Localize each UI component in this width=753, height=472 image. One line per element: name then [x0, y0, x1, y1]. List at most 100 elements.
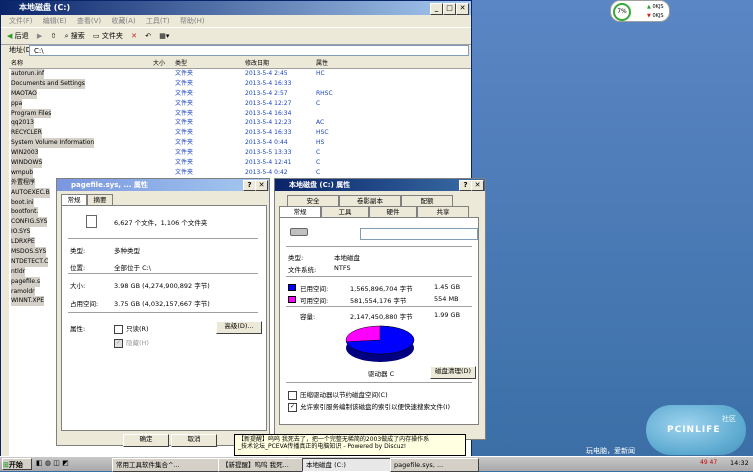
volume-label-input[interactable]	[360, 228, 478, 240]
size-label: 大小:	[70, 282, 86, 290]
col-attr[interactable]: 属性	[316, 59, 328, 68]
undo-icon[interactable]: ↶	[145, 28, 151, 44]
quicklaunch-icon[interactable]: ◫	[53, 459, 60, 467]
back-button[interactable]: ◀ 后退	[7, 28, 29, 44]
file-type: 文件夹	[175, 129, 194, 137]
menu-favorites[interactable]: 收藏(A)	[111, 17, 135, 25]
disk-properties-dialog: 本地磁盘 (C:) 属性 ? ✕ 安全 卷影副本 配额 常规 工具 硬件 共享 …	[274, 178, 486, 440]
task-tools-collection[interactable]: 常用工具软件集合^...	[112, 458, 221, 472]
disk-cleanup-button[interactable]: 磁盘清理(D)	[430, 366, 476, 379]
col-name[interactable]: 名称	[11, 59, 23, 68]
quicklaunch-icon[interactable]: ◍	[45, 459, 51, 467]
index-checkbox[interactable]: ✓ 允许索引服务编制该磁盘的索引以便快速搜索文件(I)	[288, 401, 450, 412]
menu-file[interactable]: 文件(F)	[9, 17, 33, 25]
menu-help[interactable]: 帮助(H)	[180, 17, 205, 25]
task-new-reminder[interactable]: 【新提醒】呜呜 我死...	[218, 458, 305, 472]
file-date: 2013-5-5 13:33	[245, 149, 292, 157]
tab-hardware[interactable]: 硬件	[369, 206, 417, 217]
file-attr: C	[316, 159, 321, 167]
hidden-checkbox[interactable]: ✓ 隐藏(H)	[114, 337, 149, 348]
file-type: 文件夹	[175, 168, 194, 176]
tab-summary[interactable]: 摘要	[87, 194, 113, 205]
disk-usage-label: 占用空间:	[70, 300, 99, 308]
file-row[interactable]: Program Files 文件夹 2013-5-4 16:34	[9, 108, 471, 119]
used-space-swatch	[288, 284, 296, 291]
used-space-size: 1.45 GB	[434, 283, 461, 291]
search-icon: ⌕	[64, 32, 69, 40]
notification-tooltip[interactable]: 【新提醒】呜呜 我死去了，把一个完整无稀简的2003做成了内存操作系 _技术论坛…	[234, 434, 466, 456]
location-label: 位置:	[70, 264, 86, 272]
tab-general[interactable]: 常规	[279, 206, 321, 217]
readonly-checkbox[interactable]: 只读(R)	[114, 323, 149, 334]
column-header: 名称 大小 类型 修改日期 属性	[9, 59, 471, 69]
search-button[interactable]: ⌕ 搜索	[65, 28, 85, 44]
explorer-titlebar[interactable]: 本地磁盘 (C:) _ □ ✕	[1, 1, 471, 15]
slogan-text: 玩电脑，爱新闻	[586, 447, 635, 455]
file-row[interactable]: autorun.inf 文件夹 2013-5-4 2:45 HC	[9, 69, 471, 79]
file-row[interactable]: ppa 文件夹 2013-5-4 12:27 C	[9, 98, 471, 109]
quicklaunch-icon[interactable]: ◧	[36, 459, 43, 467]
file-attr: HSC	[316, 129, 329, 137]
views-icon[interactable]: ▦▾	[159, 28, 169, 44]
address-input[interactable]: C:\	[29, 45, 469, 56]
size-value: 3.98 GB (4,274,900,892 字节)	[114, 282, 210, 290]
start-button[interactable]: ⊞开始	[2, 458, 32, 470]
folders-button[interactable]: ▭ 文件夹	[93, 28, 123, 44]
tab-tools[interactable]: 工具	[321, 206, 369, 217]
col-type[interactable]: 类型	[175, 59, 187, 68]
ok-button[interactable]: 确定	[123, 434, 169, 447]
file-attr: C	[316, 99, 321, 107]
tab-quota[interactable]: 配额	[401, 195, 453, 206]
separator	[68, 312, 258, 314]
menu-view[interactable]: 查看(V)	[77, 17, 101, 25]
menu-edit[interactable]: 编辑(E)	[43, 17, 67, 25]
up-folder-button[interactable]: ⇧	[50, 28, 56, 44]
dialog-title: 本地磁盘 (C:) 属性	[289, 181, 351, 189]
close-button[interactable]: ✕	[255, 180, 268, 191]
tab-general[interactable]: 常规	[61, 194, 87, 205]
dialog-titlebar[interactable]: 本地磁盘 (C:) 属性 ? ✕	[275, 179, 485, 191]
minimize-button[interactable]: _	[430, 3, 443, 15]
file-date: 2013-5-4 12:23	[245, 119, 292, 127]
compress-checkbox[interactable]: 压缩驱动器以节约磁盘空间(C)	[288, 389, 388, 400]
file-attr: HS	[316, 139, 325, 147]
advanced-button[interactable]: 高级(D)...	[216, 321, 262, 334]
col-size[interactable]: 大小	[153, 59, 165, 68]
down-arrow-icon: ▼	[647, 13, 651, 19]
file-row[interactable]: WINDOWS 文件夹 2013-5-4 12:41 C	[9, 158, 471, 168]
close-button[interactable]: ✕	[471, 180, 484, 191]
disk-usage-value: 3.75 GB (4,032,157,667 字节)	[114, 300, 210, 308]
task-local-disk[interactable]: 本地磁盘 (C:)	[302, 458, 393, 472]
checkbox-checked-icon: ✓	[114, 338, 123, 348]
address-bar: 地址(D) C:\	[1, 43, 471, 57]
file-row[interactable]: Documents and Settings 文件夹 2013-5-4 16:33	[9, 78, 471, 89]
file-row[interactable]: WIN2003 文件夹 2013-5-5 13:33 C	[9, 148, 471, 159]
menu-tools[interactable]: 工具(T)	[146, 17, 170, 25]
folder-icon: ▭	[92, 32, 100, 40]
cancel-button[interactable]: 取消	[171, 434, 217, 447]
file-row[interactable]: MAOTAO 文件夹 2013-5-4 2:57 RHSC	[9, 88, 471, 99]
delete-icon[interactable]: ✕	[131, 28, 137, 44]
type-label: 类型:	[70, 247, 86, 255]
col-modified[interactable]: 修改日期	[245, 59, 269, 68]
tab-shadow-copies[interactable]: 卷影副本	[339, 195, 401, 206]
quicklaunch-icon[interactable]: ◩	[62, 459, 69, 467]
tab-security[interactable]: 安全	[287, 195, 339, 206]
maximize-button[interactable]: □	[443, 3, 456, 15]
file-row[interactable]: wmpub 文件夹 2013-5-4 0:42 C	[9, 167, 471, 178]
network-monitor-widget[interactable]: 7% ▲ 0KJS ▼ 0KJS	[610, 0, 670, 22]
close-button[interactable]: ✕	[456, 3, 469, 15]
separator	[286, 382, 472, 384]
file-attr: HC	[316, 70, 325, 77]
file-attr: C	[316, 149, 321, 157]
file-row[interactable]: qq2013 文件夹 2013-5-4 12:23 AC	[9, 118, 471, 129]
location-value: 全部位于 C:\	[114, 264, 151, 272]
task-pagefile-props[interactable]: pagefile.sys, ...	[390, 458, 479, 472]
file-date: 2013-5-4 16:34	[245, 109, 292, 117]
tab-sharing[interactable]: 共享	[417, 206, 469, 217]
file-row[interactable]: RECYCLER 文件夹 2013-5-4 16:33 HSC	[9, 128, 471, 139]
file-row[interactable]: System Volume Information 文件夹 2013-5-4 0:4…	[9, 138, 471, 149]
dialog-titlebar[interactable]: pagefile.sys, ... 属性 ? ✕	[57, 179, 269, 191]
file-type: 文件夹	[175, 89, 194, 97]
forward-button[interactable]: ▶	[37, 28, 42, 44]
